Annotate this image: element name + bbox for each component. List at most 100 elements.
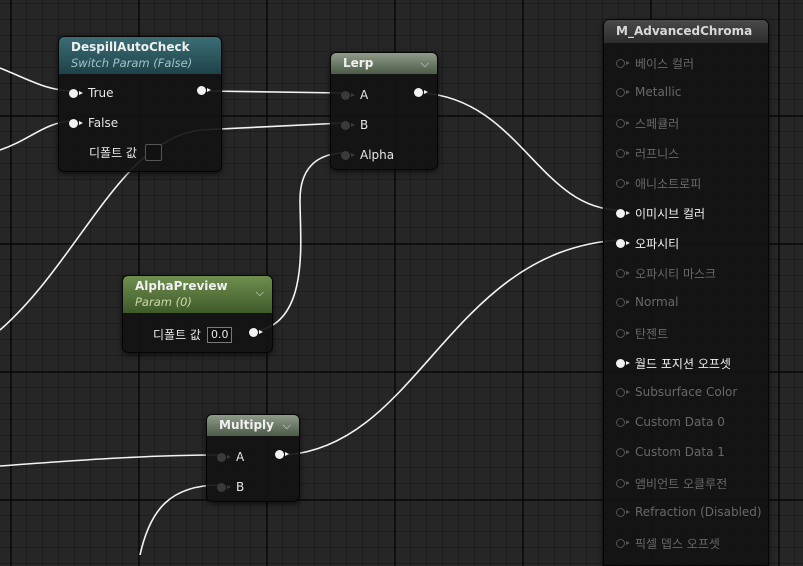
pin-label: B xyxy=(360,118,369,132)
wire-multiply-to-opacity xyxy=(285,239,621,456)
pin-label: False xyxy=(88,116,119,130)
material-output-row[interactable]: Subsurface Color xyxy=(616,385,737,399)
despill-auto-check-node[interactable]: DespillAutoCheck Switch Param (False) Tr… xyxy=(58,36,222,172)
pin-label: A xyxy=(360,88,369,102)
material-output-row[interactable]: 픽셀 뎁스 오프셋 xyxy=(616,535,720,552)
material-input-pin-icon[interactable] xyxy=(616,119,630,128)
multiply-node-title: Multiply xyxy=(219,418,274,432)
material-output-label: 스페큘러 xyxy=(635,117,680,131)
material-output-row[interactable]: 탄젠트 xyxy=(616,325,668,342)
material-input-pin-icon[interactable] xyxy=(616,269,630,278)
multiply-input-a[interactable]: A xyxy=(217,450,244,464)
material-output-row[interactable]: 베이스 컬러 xyxy=(616,55,694,72)
chevron-down-icon[interactable]: ⌵ xyxy=(283,419,291,433)
material-input-pin-icon[interactable] xyxy=(616,447,630,457)
material-output-row[interactable]: 앰비언트 오클루전 xyxy=(616,475,727,492)
multiply-node-header[interactable]: Multiply ⌵ xyxy=(207,415,299,436)
material-output-row[interactable]: 러프니스 xyxy=(616,145,679,162)
material-output-label: 탄젠트 xyxy=(635,327,669,341)
material-output-row[interactable]: 애니소트로피 xyxy=(616,175,701,192)
default-value-label: 디폴트 값 xyxy=(89,146,137,160)
material-output-row[interactable]: 월드 포지션 오프셋 xyxy=(616,355,731,372)
input-pin-icon[interactable] xyxy=(69,88,83,98)
despill-node-subtitle: Switch Param (False) xyxy=(71,56,193,70)
multiply-input-b[interactable]: B xyxy=(217,480,244,494)
material-output-row[interactable]: Refraction (Disabled) xyxy=(616,505,762,519)
material-node-header[interactable]: M_AdvancedChroma xyxy=(604,20,768,43)
material-output-label: 애니소트로피 xyxy=(635,177,702,191)
output-pin-icon[interactable] xyxy=(414,88,428,97)
wire-lerp-to-emissive xyxy=(422,92,621,211)
material-output-label: Metallic xyxy=(635,85,682,99)
material-output-row[interactable]: 스페큘러 xyxy=(616,115,679,132)
material-input-pin-icon[interactable] xyxy=(616,359,630,368)
material-input-pin-icon[interactable] xyxy=(616,209,630,218)
pin-label: B xyxy=(236,480,245,494)
despill-input-true[interactable]: True xyxy=(69,86,114,100)
lerp-node-header[interactable]: Lerp ⌵ xyxy=(331,53,437,74)
chevron-down-icon[interactable]: ⌵ xyxy=(421,57,429,71)
input-pin-icon[interactable] xyxy=(217,482,231,492)
material-input-pin-icon[interactable] xyxy=(616,179,630,188)
chevron-down-icon[interactable]: ⌵ xyxy=(256,286,264,300)
default-value-checkbox[interactable] xyxy=(144,144,162,161)
material-output-label: 픽셀 뎁스 오프셋 xyxy=(635,537,720,551)
alpha-preview-output-pin[interactable] xyxy=(249,328,263,337)
material-output-label: Refraction (Disabled) xyxy=(635,505,762,519)
material-input-pin-icon[interactable] xyxy=(616,149,630,158)
material-input-pin-icon[interactable] xyxy=(616,297,630,307)
material-input-pin-icon[interactable] xyxy=(616,387,630,397)
material-input-pin-icon[interactable] xyxy=(616,239,630,248)
despill-default-value: 디폴트 값 xyxy=(89,144,162,161)
material-input-pin-icon[interactable] xyxy=(616,507,630,517)
material-output-label: Subsurface Color xyxy=(635,385,738,399)
lerp-input-b[interactable]: B xyxy=(341,118,368,132)
lerp-output-pin[interactable] xyxy=(414,88,428,97)
material-output-row[interactable]: 오파시티 xyxy=(616,235,679,252)
material-input-pin-icon[interactable] xyxy=(616,417,630,427)
wire-despill-to-lerp-a xyxy=(205,90,344,94)
lerp-input-alpha[interactable]: Alpha xyxy=(341,148,394,162)
material-output-label: 베이스 컬러 xyxy=(635,57,695,71)
despill-output-pin[interactable] xyxy=(197,86,211,95)
material-output-row[interactable]: 이미시브 컬러 xyxy=(616,205,705,222)
multiply-output-pin[interactable] xyxy=(275,450,289,459)
lerp-node-title: Lerp xyxy=(343,56,374,70)
wire-left-to-multiply-a xyxy=(0,454,221,467)
lerp-node[interactable]: Lerp ⌵ A B Alpha xyxy=(330,52,438,170)
alpha-preview-node[interactable]: AlphaPreview Param (0) ⌵ 디폴트 값 0.0 xyxy=(122,275,273,353)
output-pin-icon[interactable] xyxy=(275,450,289,459)
lerp-input-a[interactable]: A xyxy=(341,88,368,102)
material-output-row[interactable]: Custom Data 0 xyxy=(616,415,725,429)
material-output-row[interactable]: 오파시티 마스크 xyxy=(616,265,716,282)
input-pin-icon[interactable] xyxy=(341,150,355,160)
material-output-label: Custom Data 0 xyxy=(635,415,725,429)
input-pin-icon[interactable] xyxy=(69,118,83,128)
material-input-pin-icon[interactable] xyxy=(616,87,630,97)
input-pin-icon[interactable] xyxy=(217,452,231,462)
pin-label: A xyxy=(236,450,245,464)
material-output-row[interactable]: Normal xyxy=(616,295,678,309)
alpha-preview-header[interactable]: AlphaPreview Param (0) ⌵ xyxy=(123,276,272,313)
alpha-preview-title: AlphaPreview xyxy=(135,279,228,293)
material-input-pin-icon[interactable] xyxy=(616,59,630,68)
despill-node-header[interactable]: DespillAutoCheck Switch Param (False) xyxy=(59,37,221,74)
material-input-pin-icon[interactable] xyxy=(616,539,630,548)
output-pin-icon[interactable] xyxy=(249,328,263,337)
material-node-title: M_AdvancedChroma xyxy=(616,24,753,38)
material-output-label: 월드 포지션 오프셋 xyxy=(635,357,731,371)
default-value-input[interactable]: 0.0 xyxy=(206,326,233,343)
material-result-node[interactable]: M_AdvancedChroma 베이스 컬러 Metallic 스페큘러러프니스애… xyxy=(603,19,769,566)
output-pin-icon[interactable] xyxy=(197,86,211,95)
input-pin-icon[interactable] xyxy=(341,90,355,100)
despill-input-false[interactable]: False xyxy=(69,116,118,130)
material-input-pin-icon[interactable] xyxy=(616,479,630,488)
material-output-label: 앰비언트 오클루전 xyxy=(635,477,728,491)
multiply-node[interactable]: Multiply ⌵ A B xyxy=(206,414,300,502)
input-pin-icon[interactable] xyxy=(341,120,355,130)
material-output-row[interactable]: Custom Data 1 xyxy=(616,445,725,459)
material-output-label: 오파시티 xyxy=(635,237,680,251)
material-output-row[interactable]: Metallic xyxy=(616,85,681,99)
material-output-label: Normal xyxy=(635,295,679,309)
material-input-pin-icon[interactable] xyxy=(616,329,630,338)
